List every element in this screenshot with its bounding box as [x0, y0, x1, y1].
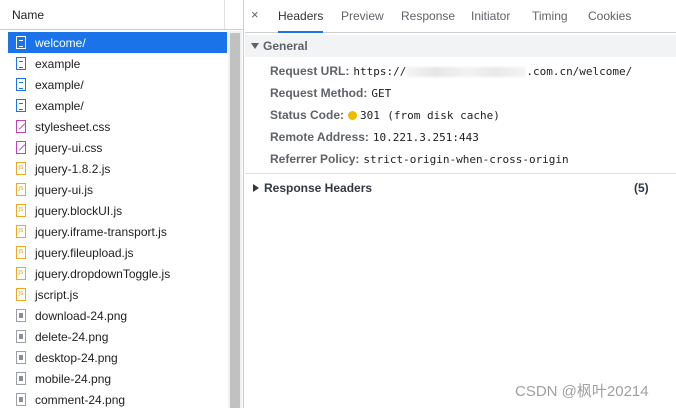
request-row[interactable]: mobile-24.png	[8, 368, 227, 389]
tab-response[interactable]: Response	[401, 0, 455, 33]
request-row[interactable]: delete-24.png	[8, 326, 227, 347]
script-icon	[16, 183, 26, 196]
script-icon	[16, 288, 26, 301]
request-name: jquery-1.8.2.js	[35, 161, 111, 176]
response-headers-title: Response Headers	[264, 181, 373, 195]
request-name: jquery.iframe-transport.js	[35, 224, 167, 239]
status-code-row: Status Code: 301 (from disk cache)	[270, 106, 500, 124]
status-note: (from disk cache)	[387, 109, 500, 122]
status-dot-icon	[348, 111, 358, 120]
request-method-label: Request Method:	[270, 86, 368, 100]
scrollbar-thumb[interactable]	[230, 33, 240, 408]
request-row[interactable]: stylesheet.css	[8, 116, 227, 137]
remote-address-row: Remote Address: 10.221.3.251:443	[270, 128, 479, 146]
request-row[interactable]: comment-24.png	[8, 389, 227, 408]
request-method-row: Request Method: GET	[270, 84, 391, 102]
response-headers-count: (5)	[634, 181, 649, 195]
status-code-label: Status Code:	[270, 108, 345, 122]
image-icon	[16, 351, 26, 364]
request-name: example/	[35, 77, 84, 92]
request-row[interactable]: welcome/	[8, 32, 227, 53]
tab-timing[interactable]: Timing	[532, 0, 568, 33]
request-list-panel: Name welcome/example example/example/styl…	[0, 0, 244, 408]
general-section-title: General	[263, 39, 308, 53]
stylesheet-icon	[16, 120, 26, 133]
request-row[interactable]: jquery.dropdownToggle.js	[8, 263, 227, 284]
request-name: jquery-ui.js	[35, 182, 94, 197]
response-headers-section-header[interactable]: Response Headers	[253, 180, 653, 196]
request-name: jquery.fileupload.js	[35, 245, 134, 260]
request-row[interactable]: jscript.js	[8, 284, 227, 305]
status-code-value[interactable]: 301	[360, 109, 380, 122]
close-icon[interactable]: ×	[251, 7, 259, 23]
request-list-scrollbar[interactable]	[228, 31, 242, 408]
document-icon	[16, 57, 26, 70]
request-name: jscript.js	[35, 287, 79, 302]
expand-triangle-icon	[253, 184, 259, 192]
request-row[interactable]: jquery-ui.js	[8, 179, 227, 200]
image-icon	[16, 393, 26, 406]
remote-address-value[interactable]: 10.221.3.251:443	[373, 131, 479, 144]
document-icon	[16, 36, 26, 49]
request-row[interactable]: jquery-1.8.2.js	[8, 158, 227, 179]
script-icon	[16, 162, 26, 175]
request-row[interactable]: example/	[8, 95, 227, 116]
request-name: jquery.blockUI.js	[35, 203, 123, 218]
image-icon	[16, 309, 26, 322]
request-name: welcome/	[35, 35, 86, 50]
request-name: delete-24.png	[35, 329, 109, 344]
general-section-header[interactable]: General	[245, 35, 676, 57]
image-icon	[16, 372, 26, 385]
tab-preview[interactable]: Preview	[341, 0, 384, 33]
request-row[interactable]: example/	[8, 74, 227, 95]
tab-headers[interactable]: Headers	[278, 0, 324, 33]
remote-address-label: Remote Address:	[270, 130, 369, 144]
script-icon	[16, 204, 26, 217]
referrer-policy-label: Referrer Policy:	[270, 152, 360, 166]
request-list: welcome/example example/example/styleshee…	[8, 32, 227, 408]
section-divider	[245, 173, 676, 174]
request-name: comment-24.png	[35, 392, 126, 407]
request-name: stylesheet.css	[35, 119, 111, 134]
tab-cookies[interactable]: Cookies	[588, 0, 631, 33]
script-icon	[16, 246, 26, 259]
request-row[interactable]: jquery-ui.css	[8, 137, 227, 158]
tab-initiator[interactable]: Initiator	[471, 0, 510, 33]
request-row[interactable]: desktop-24.png	[8, 347, 227, 368]
request-row[interactable]: example	[8, 53, 227, 74]
request-url-value[interactable]: https://.com.cn/welcome/	[353, 65, 632, 78]
watermark: CSDN @枫叶20214	[515, 383, 649, 400]
request-name: example	[35, 56, 81, 71]
document-icon	[16, 78, 26, 91]
redacted-blur	[406, 67, 527, 77]
request-url-label: Request URL:	[270, 64, 350, 78]
request-method-value[interactable]: GET	[371, 87, 391, 100]
image-icon	[16, 330, 26, 343]
details-tab-bar: × Headers Preview Response Initiator Tim…	[245, 0, 676, 33]
referrer-policy-row: Referrer Policy: strict-origin-when-cross…	[270, 150, 569, 168]
request-name: mobile-24.png	[35, 371, 112, 386]
request-row[interactable]: jquery.fileupload.js	[8, 242, 227, 263]
request-row[interactable]: jquery.iframe-transport.js	[8, 221, 227, 242]
script-icon	[16, 225, 26, 238]
request-url-row: Request URL: https://.com.cn/welcome/	[270, 62, 632, 80]
request-name: jquery.dropdownToggle.js	[35, 266, 171, 281]
name-column-header[interactable]: Name	[0, 0, 243, 30]
request-name: jquery-ui.css	[35, 140, 103, 155]
collapse-triangle-icon	[251, 43, 259, 49]
stylesheet-icon	[16, 141, 26, 154]
script-icon	[16, 267, 26, 280]
request-name: desktop-24.png	[35, 350, 118, 365]
request-name: download-24.png	[35, 308, 128, 323]
request-name: example/	[35, 98, 84, 113]
request-row[interactable]: jquery.blockUI.js	[8, 200, 227, 221]
referrer-policy-value[interactable]: strict-origin-when-cross-origin	[363, 153, 568, 166]
request-details-panel: × Headers Preview Response Initiator Tim…	[245, 0, 676, 408]
request-row[interactable]: download-24.png	[8, 305, 227, 326]
document-icon	[16, 99, 26, 112]
